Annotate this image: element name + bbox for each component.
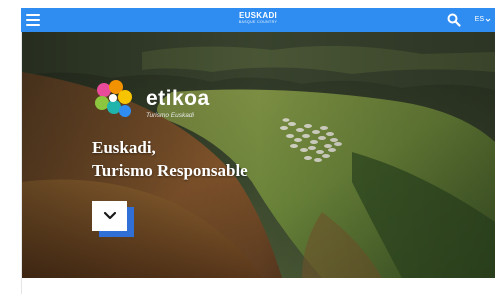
top-navigation-bar: EUSKADI BASQUE COUNTRY ES bbox=[21, 8, 495, 32]
hero-banner: etikoa Turismo Euskadi Euskadi, Turismo … bbox=[22, 32, 495, 278]
etikoa-logo-subtitle: Turismo Euskadi bbox=[146, 112, 194, 119]
brand-subtitle: BASQUE COUNTRY bbox=[238, 20, 278, 24]
scroll-down-button[interactable] bbox=[92, 201, 127, 231]
hero-title: Euskadi, Turismo Responsable bbox=[92, 136, 248, 182]
scroll-down-control bbox=[92, 201, 134, 237]
hero-title-line-2: Turismo Responsable bbox=[92, 161, 248, 180]
chevron-down-icon bbox=[485, 18, 491, 22]
brand-logo[interactable]: EUSKADI BASQUE COUNTRY bbox=[239, 12, 277, 25]
hero-title-line-1: Euskadi, bbox=[92, 138, 156, 157]
chevron-down-icon bbox=[103, 211, 116, 220]
hamburger-menu-icon[interactable] bbox=[21, 8, 45, 32]
page-frame: EUSKADI BASQUE COUNTRY ES etikoa Turismo… bbox=[0, 0, 495, 294]
language-selector[interactable]: ES bbox=[475, 15, 491, 25]
language-label: ES bbox=[474, 16, 484, 23]
search-icon[interactable] bbox=[447, 13, 461, 27]
etikoa-logo-text: etikoa bbox=[146, 87, 210, 110]
brand-title: EUSKADI bbox=[238, 11, 278, 20]
